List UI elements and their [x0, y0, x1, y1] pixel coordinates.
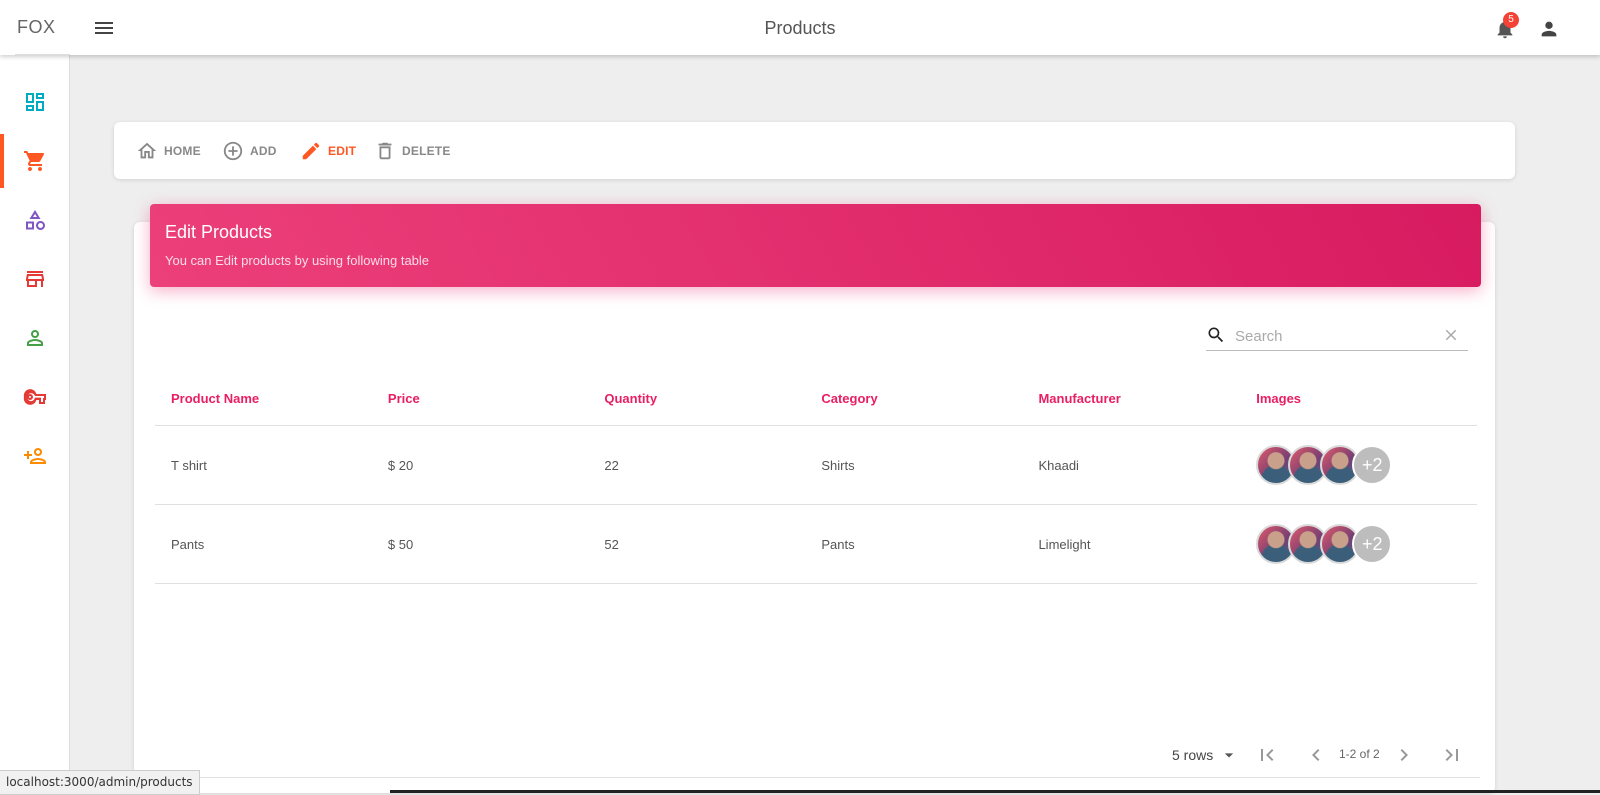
add-circle-icon	[223, 141, 243, 161]
pencil-icon	[302, 142, 320, 160]
search-icon	[1208, 327, 1224, 343]
column-header-manufacturer[interactable]: Manufacturer	[1022, 371, 1241, 426]
cell-price: $ 50	[371, 504, 589, 584]
table-row[interactable]: T shirt $ 20 22 Shirts Khaadi +2	[155, 425, 1477, 505]
column-header-images[interactable]: Images	[1240, 371, 1477, 426]
delete-button[interactable]: DELETE	[374, 138, 451, 164]
cell-images: +2	[1240, 504, 1477, 584]
browser-status-url: localhost:3000/admin/products	[0, 770, 200, 795]
column-header-quantity[interactable]: Quantity	[588, 371, 806, 426]
notification-badge: 5	[1503, 12, 1519, 28]
column-header-price[interactable]: Price	[371, 371, 589, 426]
shapes-icon	[25, 210, 45, 230]
cell-quantity: 22	[588, 425, 806, 505]
next-page-icon[interactable]	[1392, 743, 1416, 767]
edit-button[interactable]: EDIT	[300, 138, 356, 164]
cell-images: +2	[1240, 425, 1477, 505]
key-icon	[23, 389, 46, 405]
edit-label: EDIT	[328, 144, 357, 158]
home-button[interactable]: HOME	[136, 138, 201, 164]
trash-icon	[378, 142, 392, 160]
home-icon	[137, 142, 157, 159]
table-header-row: Product Name Price Quantity Category Man…	[155, 371, 1477, 426]
dropdown-arrow-icon	[1225, 753, 1234, 758]
cell-product-name: T shirt	[155, 425, 372, 505]
action-toolbar: HOME ADD EDIT DELETE	[114, 122, 1515, 179]
home-label: HOME	[164, 144, 201, 158]
sidebar-item-categories[interactable]	[0, 191, 69, 249]
sidebar	[0, 55, 70, 793]
first-page-icon[interactable]	[1255, 743, 1279, 767]
cart-icon	[23, 151, 44, 171]
more-images-avatar[interactable]: +2	[1352, 445, 1393, 485]
previous-page-icon[interactable]	[1304, 743, 1328, 767]
sidebar-item-dashboard[interactable]	[0, 73, 69, 131]
search-box	[1206, 320, 1468, 351]
cell-manufacturer: Khaadi	[1022, 425, 1241, 505]
add-button[interactable]: ADD	[222, 138, 277, 164]
image-avatar-group: +2	[1256, 445, 1476, 485]
table-row[interactable]: Pants $ 50 52 Pants Limelight +2	[155, 504, 1477, 584]
sidebar-item-roles[interactable]	[0, 368, 69, 426]
page-title: Products	[764, 18, 836, 38]
account-icon[interactable]	[1538, 18, 1560, 40]
cell-quantity: 52	[588, 504, 806, 584]
person-add-icon	[23, 448, 46, 464]
card-header: Edit Products You can Edit products by u…	[150, 204, 1481, 287]
cell-category: Pants	[805, 504, 1023, 584]
image-avatar-group: +2	[1256, 524, 1476, 564]
delete-label: DELETE	[402, 144, 451, 158]
store-icon	[25, 271, 44, 287]
cell-manufacturer: Limelight	[1022, 504, 1241, 584]
person-icon	[26, 330, 43, 346]
app-bar: FOX Products 5	[0, 0, 1600, 55]
page-range: 1-2 of 2	[1339, 747, 1380, 761]
card-title: Edit Products	[165, 222, 273, 242]
last-page-icon[interactable]	[1440, 743, 1464, 767]
card-subtitle: You can Edit products by using following…	[165, 253, 430, 268]
column-header-category[interactable]: Category	[805, 371, 1023, 426]
cell-price: $ 20	[371, 425, 589, 505]
column-header-product-name[interactable]: Product Name	[155, 371, 372, 426]
search-input[interactable]	[1233, 324, 1437, 348]
cell-category: Shirts	[805, 425, 1023, 505]
sidebar-item-products[interactable]	[0, 132, 69, 190]
card-footer-divider	[150, 777, 1480, 778]
sidebar-item-stores[interactable]	[0, 250, 69, 308]
sidebar-item-add-user[interactable]	[0, 427, 69, 485]
rows-per-page-value: 5 rows	[1172, 747, 1214, 763]
clear-search-icon[interactable]	[1442, 326, 1460, 344]
dashboard-icon	[25, 93, 44, 111]
add-label: ADD	[250, 144, 277, 158]
rows-per-page-select[interactable]: 5 rows	[1172, 742, 1239, 768]
more-images-avatar[interactable]: +2	[1352, 524, 1393, 564]
brand-divider	[15, 54, 70, 55]
cell-product-name: Pants	[155, 504, 372, 584]
products-table: Product Name Price Quantity Category Man…	[155, 371, 1477, 584]
sidebar-item-users[interactable]	[0, 309, 69, 367]
